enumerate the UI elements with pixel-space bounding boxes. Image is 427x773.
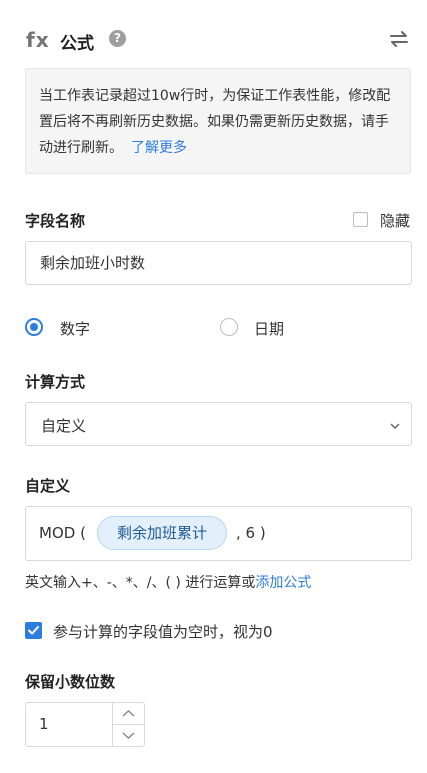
formula-hint: 英文输入+、-、*、/、( ) 进行运算或添加公式: [25, 572, 311, 592]
chevron-down-icon: [122, 732, 135, 739]
increment-button[interactable]: [113, 703, 144, 725]
date-radio-label: 日期: [254, 320, 285, 338]
notice-text: 当工作表记录超过10w行时，为保证工作表性能，修改配置后将不再刷新历史数据。如果…: [39, 88, 391, 156]
date-radio[interactable]: [220, 318, 238, 336]
decimals-label: 保留小数位数: [25, 673, 116, 691]
check-icon: [28, 626, 39, 635]
field-name-input[interactable]: 剩余加班小时数: [25, 241, 412, 285]
stepper-buttons: [112, 703, 144, 746]
calc-method-select[interactable]: 自定义: [25, 402, 412, 446]
add-formula-link[interactable]: 添加公式: [255, 575, 311, 591]
empty-as-zero-label: 参与计算的字段值为空时，视为0: [53, 623, 273, 641]
help-icon[interactable]: ?: [109, 30, 126, 47]
custom-label: 自定义: [25, 477, 71, 495]
chevron-up-icon: [122, 710, 135, 717]
decimals-value[interactable]: 1: [39, 715, 49, 733]
hide-label: 隐藏: [380, 212, 411, 230]
notice-box: 当工作表记录超过10w行时，为保证工作表性能，修改配置后将不再刷新历史数据。如果…: [25, 68, 411, 174]
fx-icon: fx: [26, 28, 50, 52]
learn-more-link[interactable]: 了解更多: [131, 140, 187, 156]
formula-tail: , 6 ): [236, 524, 266, 542]
field-token[interactable]: 剩余加班累计: [97, 516, 227, 550]
calc-method-value: 自定义: [41, 417, 87, 435]
number-radio[interactable]: [25, 318, 43, 336]
formula-editor[interactable]: MOD ( 剩余加班累计 , 6 ): [25, 506, 412, 561]
empty-as-zero-checkbox[interactable]: [25, 622, 42, 639]
swap-icon[interactable]: [388, 30, 410, 48]
calc-method-label: 计算方式: [25, 373, 86, 391]
field-name-label: 字段名称: [25, 212, 86, 230]
decrement-button[interactable]: [113, 725, 144, 746]
chevron-down-icon: [389, 417, 401, 436]
formula-hint-text: 英文输入+、-、*、/、( ) 进行运算或: [25, 575, 256, 591]
decimals-stepper[interactable]: 1: [25, 702, 145, 747]
page-title: 公式: [60, 34, 94, 54]
number-radio-label: 数字: [60, 320, 91, 338]
hide-checkbox[interactable]: [353, 212, 368, 227]
formula-func: MOD (: [39, 524, 86, 542]
